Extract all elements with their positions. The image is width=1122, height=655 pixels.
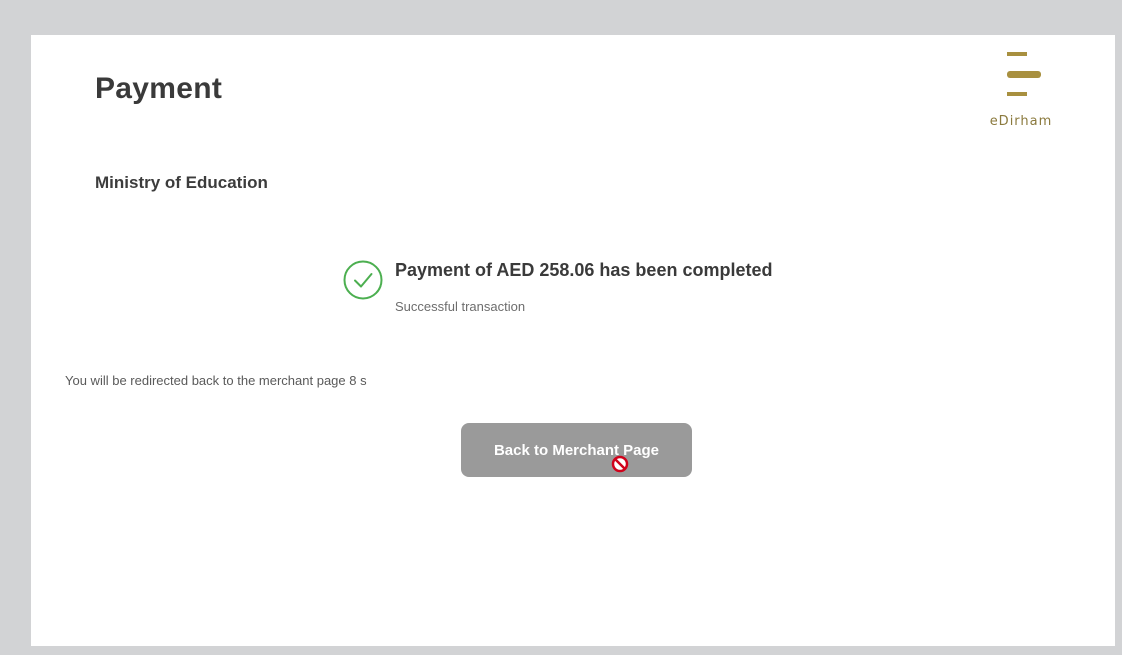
edirham-logo: eDirham [976, 52, 1066, 132]
back-to-merchant-button[interactable]: Back to Merchant Page [461, 423, 692, 477]
payment-card: Payment eDirham Ministry of Education Pa… [31, 35, 1115, 646]
logo-text: eDirham [989, 114, 1053, 129]
not-allowed-cursor-icon [611, 455, 629, 473]
payment-status-subtitle: Successful transaction [395, 299, 526, 314]
merchant-name: Ministry of Education [95, 173, 268, 192]
payment-status-title: Payment of AED 258.06 has been completed [395, 260, 773, 280]
page-title: Payment [95, 72, 223, 105]
check-circle-icon [342, 259, 384, 301]
redirect-message: You will be redirected back to the merch… [65, 373, 367, 388]
edirham-logo-icon [1007, 52, 1041, 96]
